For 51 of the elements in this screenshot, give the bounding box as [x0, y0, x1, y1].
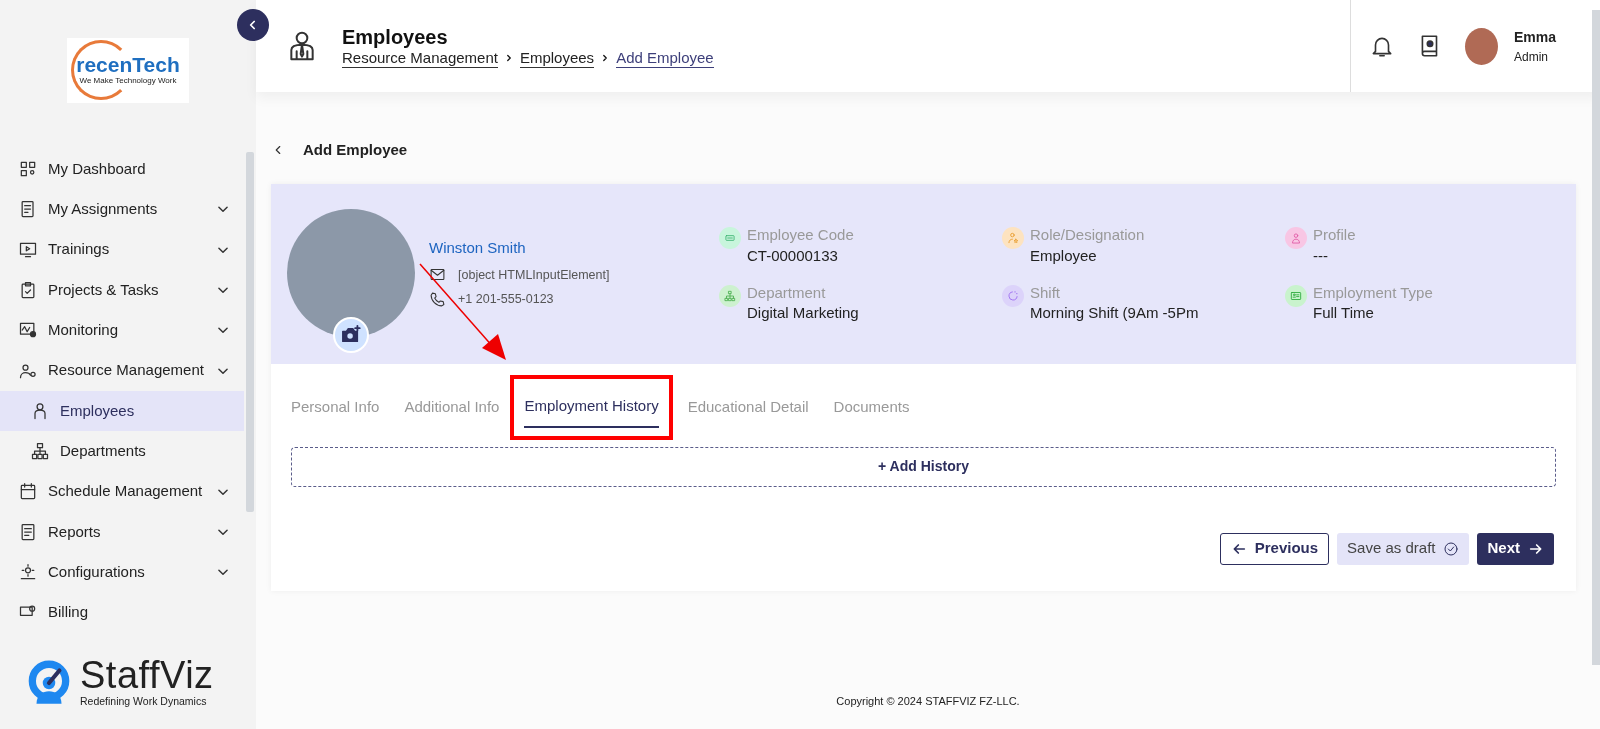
breadcrumb-link[interactable]: Employees — [519, 48, 595, 68]
sidebar-item[interactable]: Schedule Management — [0, 471, 244, 512]
sidebar-item[interactable]: Monitoring — [0, 310, 244, 351]
field-value: Morning Shift (9Am -5Pm — [1030, 303, 1199, 323]
camera-button[interactable] — [333, 317, 369, 353]
field-label: Role/Designation — [1030, 225, 1145, 245]
sidebar-item[interactable]: Resource Management — [0, 350, 244, 391]
employee-email: [object HTMLInputElement] — [458, 266, 610, 284]
page-title: Employees — [342, 24, 449, 49]
user-name: Emma — [1513, 27, 1556, 47]
breadcrumb-link[interactable]: Resource Management — [342, 48, 498, 68]
user-avatar — [1464, 27, 1498, 65]
brand-tagline: Redefining Work Dynamics — [80, 694, 208, 710]
user-role: Admin — [1513, 48, 1549, 66]
field-value: --- — [1313, 245, 1329, 266]
check-circle-icon — [1443, 540, 1460, 557]
logo-tagline: We Make Technology Work — [79, 75, 177, 87]
sidebar-subitem[interactable]: Employees — [0, 390, 244, 432]
field-label: Shift — [1030, 282, 1061, 302]
sidebar-subitem[interactable]: Departments — [0, 431, 244, 472]
sidebar-item[interactable]: Projects & Tasks — [0, 269, 244, 311]
save-draft-button[interactable]: Save as draft — [1337, 532, 1470, 565]
add-history-button[interactable]: + Add History — [291, 446, 1556, 487]
breadcrumb-link[interactable]: Add Employee — [616, 48, 714, 68]
field-value: CT-00000133 — [747, 245, 839, 266]
sidebar-item[interactable]: My Assignments — [0, 189, 244, 230]
employee-phone: +1 201-555-0123 — [458, 291, 554, 309]
page-subtitle: Add Employee — [303, 139, 408, 160]
sidebar-item[interactable]: Configurations — [0, 551, 244, 593]
field-label: Profile — [1313, 225, 1356, 245]
menu-icon — [18, 481, 38, 502]
brand-name: StaffViz — [80, 656, 214, 695]
collapse-button[interactable] — [237, 9, 269, 41]
field-label: Department — [747, 282, 827, 302]
field-label: Employee Code — [747, 225, 854, 245]
field-label: Employment Type — [1313, 282, 1433, 302]
phone-icon — [429, 291, 446, 309]
submenu-icon — [30, 441, 50, 462]
tab[interactable]: Employment History — [524, 387, 659, 428]
field-value: Employee — [1030, 245, 1098, 266]
sidebar-item[interactable]: Billing — [0, 592, 244, 633]
sidebar-item[interactable]: My Dashboard — [0, 149, 244, 190]
employee-name: Winston Smith — [429, 238, 527, 258]
logo-text: recenTech — [76, 54, 180, 75]
sidebar-item[interactable]: Reports — [0, 511, 244, 552]
field-value: Full Time — [1313, 303, 1375, 323]
field-value: Digital Marketing — [747, 303, 859, 323]
copyright-text: Copyright © 2024 STAFFVIZ FZ-LLC. — [835, 693, 1021, 709]
sidebar-item[interactable]: Trainings — [0, 229, 244, 270]
previous-button[interactable]: Previous — [1219, 532, 1330, 565]
next-button[interactable]: Next — [1477, 532, 1554, 565]
